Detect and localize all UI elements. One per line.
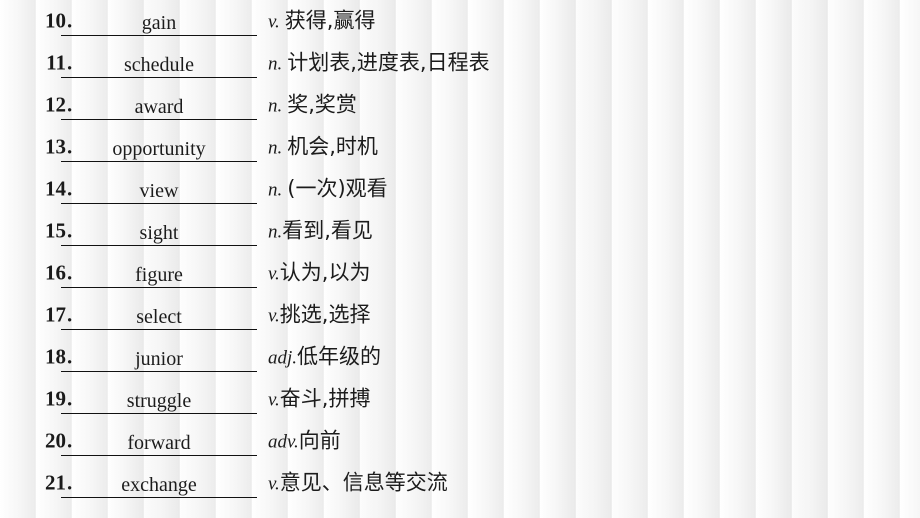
part-of-speech: n. (268, 221, 283, 243)
chinese-meaning: 奖,奖赏 (287, 92, 357, 117)
answer-blank[interactable]: schedule (61, 48, 257, 78)
vocabulary-row: 10. gain v. 获得,赢得 (0, 0, 920, 42)
answer-word: view (139, 180, 179, 202)
definition: n. 机会,时机 (268, 134, 378, 159)
part-of-speech: n. (268, 179, 283, 201)
part-of-speech: n. (268, 95, 283, 117)
answer-word: select (136, 306, 182, 328)
answer-word: exchange (121, 474, 197, 496)
answer-blank[interactable]: sight (61, 216, 257, 246)
definition: v. 获得,赢得 (268, 8, 376, 33)
answer-word: struggle (126, 390, 192, 412)
definition: adj.低年级的 (268, 344, 382, 369)
definition: adv.向前 (268, 428, 341, 453)
vocabulary-row: 15. sight n.看到,看见 (0, 210, 920, 252)
chinese-meaning: 看到,看见 (282, 218, 373, 243)
answer-blank[interactable]: junior (61, 342, 257, 372)
chinese-meaning: 意见、信息等交流 (279, 470, 448, 495)
answer-blank[interactable]: figure (61, 258, 257, 288)
vocabulary-row: 20. forward adv.向前 (0, 420, 920, 462)
vocabulary-row: 13. opportunity n. 机会,时机 (0, 126, 920, 168)
answer-word: forward (127, 432, 191, 454)
vocabulary-row: 18. junior adj.低年级的 (0, 336, 920, 378)
answer-word: opportunity (112, 138, 206, 160)
definition: n. 计划表,进度表,日程表 (268, 50, 490, 75)
definition: n. 奖,奖赏 (268, 92, 357, 117)
answer-word: junior (135, 348, 183, 370)
answer-blank[interactable]: opportunity (61, 132, 257, 162)
chinese-meaning: 获得,赢得 (284, 8, 376, 33)
definition: v.奋斗,拼搏 (268, 386, 371, 411)
vocabulary-row: 16. figure v.认为,以为 (0, 252, 920, 294)
part-of-speech: v. (268, 305, 280, 327)
answer-blank[interactable]: struggle (61, 384, 257, 414)
part-of-speech: v. (268, 473, 280, 495)
answer-word: schedule (124, 54, 194, 76)
part-of-speech: adv. (268, 431, 299, 453)
part-of-speech: n. (268, 53, 283, 75)
chinese-meaning: 机会,时机 (287, 134, 378, 159)
chinese-meaning: 奋斗,拼搏 (279, 386, 371, 411)
answer-word: gain (141, 12, 177, 34)
chinese-meaning: 低年级的 (297, 344, 382, 369)
part-of-speech: v. (268, 263, 280, 285)
part-of-speech: v. (268, 389, 280, 411)
chinese-meaning: 认为,以为 (279, 260, 371, 285)
answer-blank[interactable]: exchange (61, 468, 257, 498)
answer-blank[interactable]: select (61, 300, 257, 330)
answer-blank[interactable]: award (61, 90, 257, 120)
definition: v.意见、信息等交流 (268, 470, 448, 495)
part-of-speech: v. (268, 11, 280, 33)
part-of-speech: adj. (268, 347, 298, 369)
answer-blank[interactable]: forward (61, 426, 257, 456)
answer-word: figure (135, 264, 183, 286)
chinese-meaning: 挑选,选择 (279, 302, 371, 327)
answer-blank[interactable]: view (61, 174, 257, 204)
vocabulary-row: 19. struggle v.奋斗,拼搏 (0, 378, 920, 420)
vocabulary-list: 10. gain v. 获得,赢得 11. schedule n. 计划表,进度表,日程表 12… (0, 0, 920, 504)
definition: n.看到,看见 (268, 218, 373, 243)
answer-word: sight (139, 222, 179, 244)
vocabulary-row: 14. view n. (一次)观看 (0, 168, 920, 210)
answer-blank[interactable]: gain (61, 6, 257, 36)
definition: v.挑选,选择 (268, 302, 371, 327)
answer-word: award (134, 96, 184, 118)
definition: v.认为,以为 (268, 260, 371, 285)
vocabulary-row: 11. schedule n. 计划表,进度表,日程表 (0, 42, 920, 84)
chinese-meaning: 计划表,进度表,日程表 (287, 50, 490, 75)
vocabulary-row: 12. award n. 奖,奖赏 (0, 84, 920, 126)
chinese-meaning: (一次)观看 (287, 176, 388, 201)
chinese-meaning: 向前 (298, 428, 341, 453)
part-of-speech: n. (268, 137, 283, 159)
vocabulary-row: 17. select v.挑选,选择 (0, 294, 920, 336)
definition: n. (一次)观看 (268, 176, 388, 201)
vocabulary-row: 21. exchange v.意见、信息等交流 (0, 462, 920, 504)
slide-canvas: 10. gain v. 获得,赢得 11. schedule n. 计划表,进度表,日程表 12… (0, 0, 920, 518)
